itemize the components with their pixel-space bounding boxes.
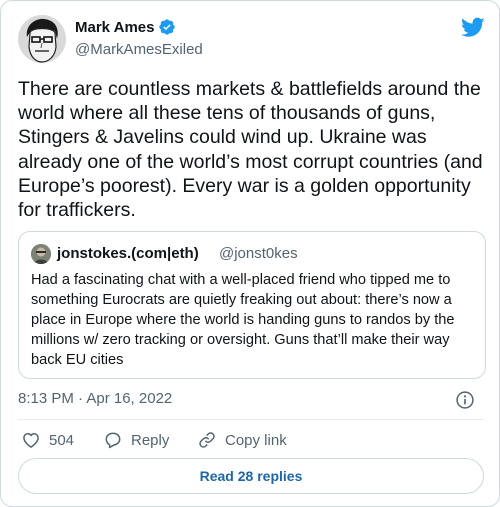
quoted-author-name[interactable]: jonstokes.(com|eth) xyxy=(57,245,199,262)
link-icon xyxy=(199,432,215,448)
quoted-tweet-text: Had a fascinating chat with a well-place… xyxy=(31,272,455,368)
read-replies-button[interactable]: Read 28 replies xyxy=(18,458,484,494)
twitter-bird-icon[interactable] xyxy=(461,15,485,39)
info-icon[interactable] xyxy=(455,390,475,410)
copy-link-label: Copy link xyxy=(225,431,287,449)
author-handle[interactable]: @MarkAmesExiled xyxy=(75,41,203,58)
tweet-card: Mark Ames @MarkAmesExiled There are coun… xyxy=(0,0,500,507)
author-name[interactable]: Mark Ames xyxy=(75,18,176,36)
verified-badge-icon xyxy=(159,19,176,35)
quoted-tweet[interactable]: jonstokes.(com|eth) @jonst0kes Had a fas… xyxy=(18,231,486,379)
action-bar: 504 Reply Copy link xyxy=(21,429,317,451)
reply-label: Reply xyxy=(131,431,170,449)
author-name-text[interactable]: Mark Ames xyxy=(75,19,154,36)
tweet-timestamp[interactable]: 8:13 PM · Apr 16, 2022 xyxy=(18,390,172,407)
reply-bubble-icon xyxy=(105,432,121,449)
reply-button[interactable]: Reply xyxy=(103,430,197,450)
quoted-author-avatar[interactable] xyxy=(31,244,51,264)
author-avatar[interactable] xyxy=(18,15,66,63)
tweet-text: There are countless markets & battlefiel… xyxy=(18,78,483,222)
heart-icon xyxy=(23,433,39,448)
like-button[interactable]: 504 xyxy=(21,430,103,450)
divider xyxy=(18,419,484,420)
quoted-author-handle[interactable]: @jonst0kes xyxy=(219,245,298,262)
like-count: 504 xyxy=(49,431,75,449)
copy-link-button[interactable]: Copy link xyxy=(197,430,317,450)
